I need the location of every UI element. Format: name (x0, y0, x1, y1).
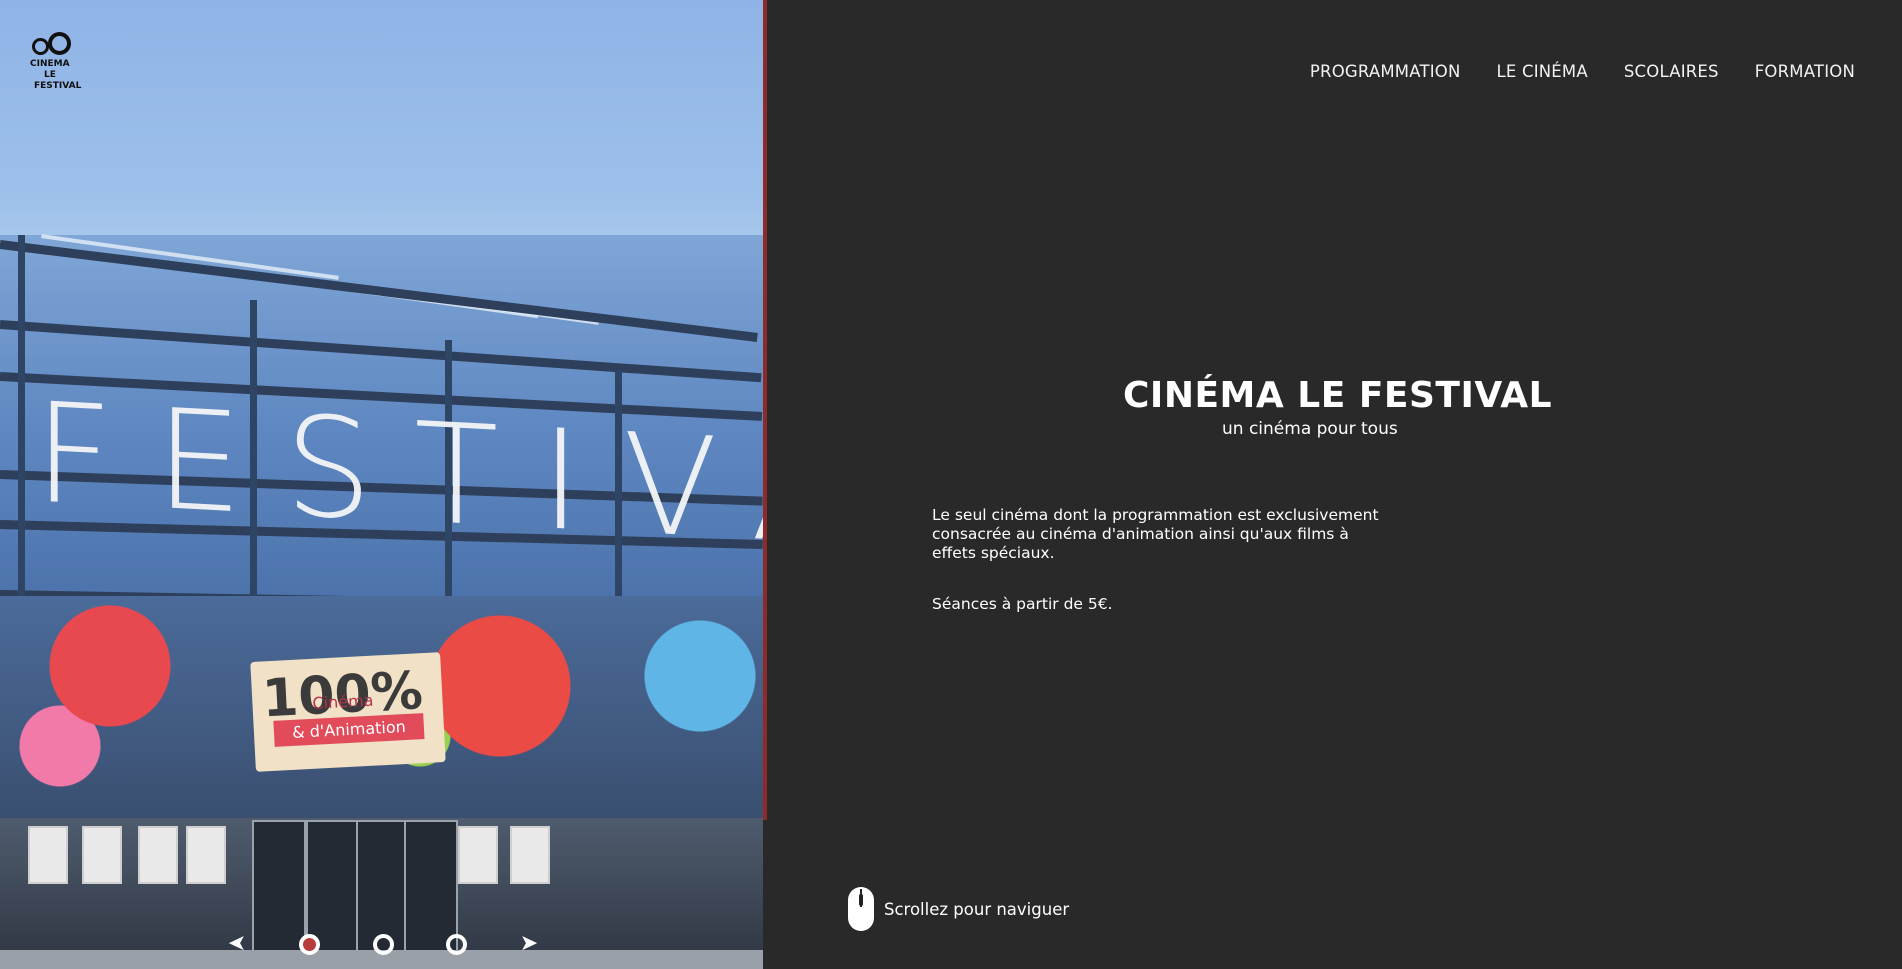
arrow-left-icon[interactable]: ➤ (226, 931, 248, 956)
hero-image: FESTIVAL 100% Cinéma & d'Animation ➤ ➤ (0, 0, 763, 969)
logo-line-2: LE (44, 70, 56, 80)
price-text: Séances à partir de 5€. (932, 595, 1113, 613)
page-title: CINÉMA LE FESTIVAL (1123, 375, 1553, 416)
scroll-hint-label: Scrollez pour naviguer (884, 899, 1070, 919)
description-text: Le seul cinéma dont la programmation est… (932, 506, 1379, 562)
sign-line-1: Cinéma (312, 690, 374, 713)
main-nav: PROGRAMMATION LE CINÉMA SCOLAIRES FORMAT… (1310, 62, 1855, 81)
logo-reel-small-icon (32, 38, 49, 55)
site-logo[interactable]: CINEMA LE FESTIVAL (30, 30, 82, 100)
slider-dot-2[interactable] (373, 934, 394, 955)
nav-scolaires[interactable]: SCOLAIRES (1624, 62, 1719, 81)
nav-formation[interactable]: FORMATION (1755, 62, 1855, 81)
slider-dot-1[interactable] (299, 934, 320, 955)
arrow-right-icon[interactable]: ➤ (518, 933, 540, 955)
panel-divider (763, 0, 767, 820)
logo-line-3: FESTIVAL (34, 81, 82, 91)
nav-programmation[interactable]: PROGRAMMATION (1310, 62, 1461, 81)
facade-sign: 100% Cinéma & d'Animation (250, 652, 446, 772)
mouse-icon (848, 887, 874, 931)
scroll-hint[interactable]: Scrollez pour naviguer (848, 887, 1069, 931)
nav-le-cinema[interactable]: LE CINÉMA (1497, 62, 1588, 81)
page-subtitle: un cinéma pour tous (1222, 419, 1398, 439)
logo-line-1: CINEMA (30, 59, 70, 69)
slider-dot-3[interactable] (446, 934, 467, 955)
logo-reel-large-icon (48, 32, 71, 55)
